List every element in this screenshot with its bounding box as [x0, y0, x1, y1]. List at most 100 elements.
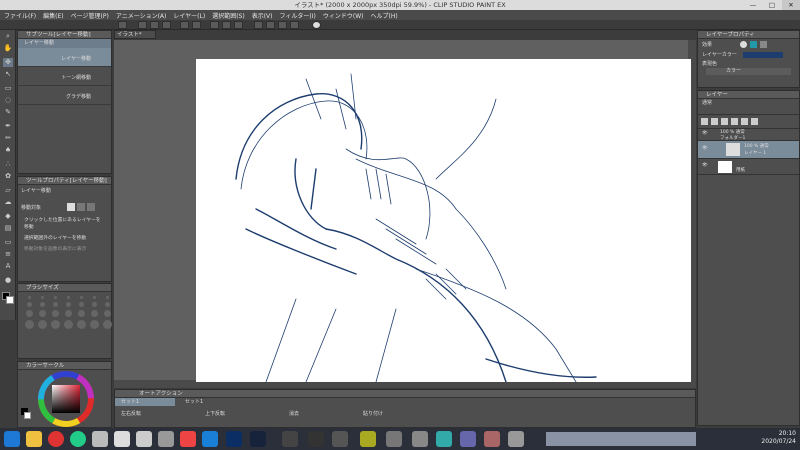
border-effect-icon[interactable] — [740, 41, 748, 48]
save-icon[interactable] — [162, 21, 171, 29]
brush-size-preset[interactable] — [79, 296, 83, 299]
ruler-tool-icon[interactable]: ≡ — [3, 250, 13, 259]
move-target-layer-icon[interactable] — [67, 203, 76, 211]
expression-color-select[interactable]: カラー — [706, 68, 791, 75]
brush-size-preset[interactable] — [27, 296, 31, 299]
airbrush-tool-icon[interactable]: ∴ — [3, 160, 13, 169]
drawing-canvas[interactable] — [196, 59, 691, 383]
eraser-tool-icon[interactable]: ▱ — [3, 186, 13, 195]
new-icon[interactable] — [138, 21, 147, 29]
menu-window[interactable]: ウィンドウ(W) — [323, 11, 364, 20]
clear-icon[interactable] — [210, 21, 219, 29]
brush-size-preset[interactable] — [105, 296, 109, 299]
hand-tool-icon[interactable]: ✋ — [3, 44, 13, 53]
file-explorer-icon[interactable] — [26, 431, 42, 447]
sub-color-chip[interactable] — [24, 412, 31, 419]
brush-size-preset[interactable] — [39, 302, 45, 307]
gradient-tool-icon[interactable]: ▤ — [3, 224, 13, 233]
app-icon-5[interactable] — [282, 431, 298, 447]
maximize-button[interactable]: □ — [763, 0, 781, 10]
brush-size-preset[interactable] — [102, 320, 112, 329]
menu-edit[interactable]: 編集(E) — [43, 11, 63, 20]
app-icon-12[interactable] — [460, 431, 476, 447]
brush-size-preset[interactable] — [26, 302, 32, 307]
brush-size-preset[interactable] — [40, 296, 44, 299]
brush-size-preset[interactable] — [50, 320, 60, 329]
menu-selection[interactable]: 選択範囲(S) — [212, 11, 245, 20]
brush-tool-icon[interactable]: ♠ — [3, 146, 13, 155]
layer-row-selected[interactable]: 👁 100 % 通常 レイヤー 1 — [698, 141, 799, 159]
action-clear[interactable]: 消去 — [289, 410, 299, 417]
brush-size-preset[interactable] — [25, 310, 33, 317]
new-vector-layer-icon[interactable] — [711, 118, 718, 125]
subtool-item[interactable]: トーン網移動 — [18, 67, 111, 86]
fill-tool-icon[interactable]: ◆ — [3, 212, 13, 221]
app-icon-10[interactable] — [412, 431, 428, 447]
fill-icon[interactable] — [234, 21, 243, 29]
sub-color-swatch[interactable] — [6, 296, 14, 304]
visibility-eye-icon[interactable]: 👁 — [702, 163, 708, 168]
option-click-layer[interactable]: クリックした位置にあるレイヤーを移動 — [18, 214, 111, 232]
minimize-button[interactable]: — — [744, 0, 762, 10]
lock-layer-icon[interactable] — [751, 118, 758, 125]
visibility-eye-icon[interactable]: 👁 — [702, 146, 708, 151]
undo-icon[interactable] — [180, 21, 189, 29]
opacity-slider[interactable] — [698, 107, 799, 115]
brush-size-preset[interactable] — [38, 310, 46, 317]
brush-size-preset[interactable] — [78, 302, 84, 307]
help-icon[interactable] — [312, 21, 321, 29]
clip-layer-icon[interactable] — [731, 118, 738, 125]
brush-size-preset[interactable] — [103, 310, 111, 317]
visibility-eye-icon[interactable]: 👁 — [702, 131, 708, 136]
deselect-icon[interactable] — [266, 21, 275, 29]
option-show-target[interactable]: 移動対象を画像の表示に表示 — [18, 243, 111, 254]
operation-tool-icon[interactable]: ↖ — [3, 70, 13, 79]
taskbar-search-area[interactable] — [546, 432, 696, 446]
brush-size-preset[interactable] — [77, 310, 85, 317]
subtool-item[interactable]: レイヤー移動 — [18, 48, 111, 67]
menu-view[interactable]: 表示(V) — [252, 11, 273, 20]
brush-size-preset[interactable] — [51, 310, 59, 317]
invert-selection-icon[interactable] — [278, 21, 287, 29]
clip-studio-taskbar-icon[interactable] — [114, 431, 130, 447]
reference-layer-icon[interactable] — [741, 118, 748, 125]
app-icon-13[interactable] — [484, 431, 500, 447]
decoration-tool-icon[interactable]: ✿ — [3, 172, 13, 181]
brush-size-preset[interactable] — [89, 320, 99, 329]
brush-size-preset[interactable] — [24, 320, 34, 329]
zoom-tool-icon[interactable]: ⌕ — [3, 32, 13, 41]
brush-size-preset[interactable] — [91, 302, 97, 307]
opera-icon[interactable] — [48, 431, 64, 447]
menu-animation[interactable]: アニメーション(A) — [116, 11, 167, 20]
app-icon-2[interactable] — [136, 431, 152, 447]
blend-tool-icon[interactable]: ☁ — [3, 198, 13, 207]
move-target-tone-icon[interactable] — [77, 203, 86, 211]
menu-page[interactable]: ページ管理(P) — [71, 11, 109, 20]
new-folder-icon[interactable] — [721, 118, 728, 125]
subtool-item[interactable]: グラデ移動 — [18, 86, 111, 105]
clip-studio-icon[interactable] — [118, 21, 127, 29]
app-icon-11[interactable] — [436, 431, 452, 447]
edge-icon[interactable] — [202, 431, 218, 447]
selection-tool-icon[interactable]: ▭ — [3, 84, 13, 93]
blend-mode-select[interactable]: 通常 — [698, 99, 799, 107]
layer-row-folder[interactable]: 👁 100 % 通常 フォルダー1 — [698, 129, 799, 141]
app-icon-7[interactable] — [332, 431, 348, 447]
close-button[interactable]: ✕ — [782, 0, 800, 10]
brush-size-preset[interactable] — [104, 302, 110, 307]
open-icon[interactable] — [150, 21, 159, 29]
app-icon-14[interactable] — [508, 431, 524, 447]
figure-tool-icon[interactable]: ▭ — [3, 238, 13, 247]
app-icon-6[interactable] — [308, 431, 324, 447]
menu-filter[interactable]: フィルター(I) — [280, 11, 316, 20]
show-selection-icon[interactable] — [290, 21, 299, 29]
brush-size-preset[interactable] — [37, 320, 47, 329]
menu-file[interactable]: ファイル(F) — [4, 11, 36, 20]
app-icon-9[interactable] — [386, 431, 402, 447]
menu-help[interactable]: ヘルプ(H) — [370, 11, 397, 20]
chrome-icon[interactable] — [70, 431, 86, 447]
brush-size-preset[interactable] — [66, 296, 70, 299]
app-icon-3[interactable] — [158, 431, 174, 447]
brush-size-preset[interactable] — [53, 296, 57, 299]
tone-effect-icon[interactable] — [750, 41, 758, 48]
